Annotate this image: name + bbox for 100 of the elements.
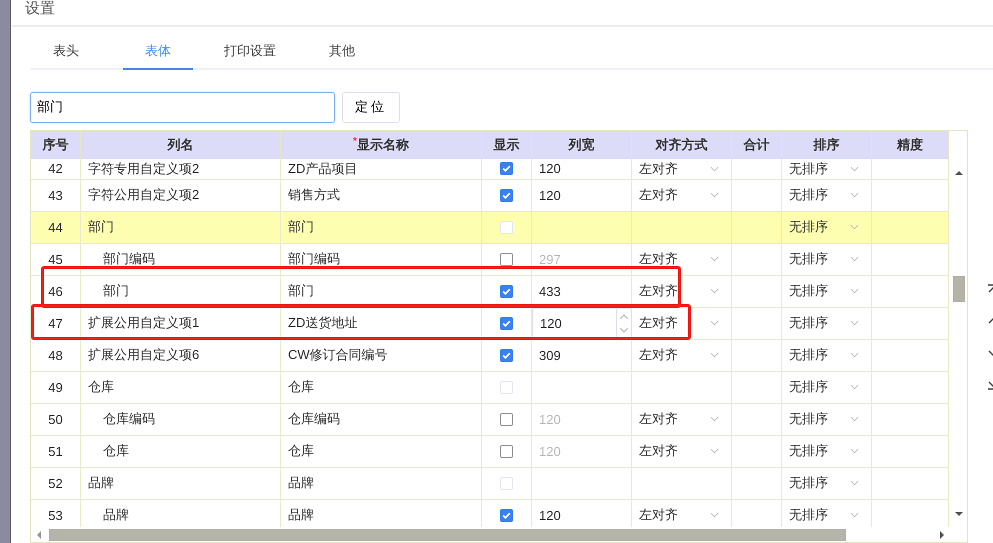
checkbox[interactable]: [500, 444, 513, 458]
dropdown-value[interactable]: 无排序: [789, 346, 828, 364]
chevron-down-icon[interactable]: [850, 416, 859, 422]
chevron-down-icon[interactable]: [850, 166, 859, 172]
checkbox[interactable]: [500, 348, 513, 362]
table-row[interactable]: 50 仓库编码 仓库编码 120 左对齐 无排序: [31, 404, 949, 436]
chevron-down-icon[interactable]: [850, 192, 859, 198]
table-cell: 部门: [288, 282, 314, 300]
chevron-down-icon[interactable]: [850, 448, 859, 454]
dropdown-value[interactable]: 无排序: [789, 378, 828, 396]
dropdown-value[interactable]: 无排序: [789, 506, 828, 524]
table-cell: 120: [540, 316, 562, 331]
search-field[interactable]: 部门: [30, 92, 335, 123]
table-cell: 120: [539, 188, 561, 203]
chevron-down-icon[interactable]: [710, 352, 719, 358]
table-cell: 仓库编码: [288, 410, 340, 428]
dropdown-value[interactable]: 无排序: [789, 282, 828, 300]
dropdown-value[interactable]: 左对齐: [639, 250, 678, 268]
dropdown-value[interactable]: 无排序: [789, 250, 828, 268]
table-row[interactable]: 47 扩展公用自定义项1 ZD送货地址 120 左对齐 无排序: [31, 308, 949, 340]
table-cell: 42: [48, 161, 63, 176]
table-row[interactable]: 46 部门 部门 433 左对齐 无排序: [31, 276, 949, 308]
chevron-down-icon[interactable]: [850, 256, 859, 262]
dropdown-value[interactable]: 无排序: [789, 314, 828, 332]
table-cell: 120: [539, 412, 561, 427]
table-cell: 销售方式: [288, 186, 340, 204]
table-cell: 297: [539, 252, 561, 267]
table-row[interactable]: 42 字符专用自定义项2 ZD产品项目 120 左对齐 无排序: [31, 158, 949, 180]
chevron-down-icon[interactable]: [710, 166, 719, 172]
chevron-down-icon[interactable]: [850, 224, 859, 230]
checkbox[interactable]: [500, 284, 513, 298]
table-cell: 字符专用自定义项2: [88, 160, 200, 178]
dropdown-value[interactable]: 左对齐: [639, 160, 678, 178]
dropdown-value[interactable]: 左对齐: [639, 506, 678, 524]
tab[interactable]: 表头: [31, 40, 101, 70]
table-cell: 字符公用自定义项2: [88, 186, 200, 204]
chevron-down-icon[interactable]: [850, 512, 859, 518]
table-row[interactable]: 48 扩展公用自定义项6 CW修订合同编号 309 左对齐 无排序: [31, 340, 949, 372]
checkbox[interactable]: [500, 316, 513, 330]
table-cell: 品牌: [103, 506, 129, 524]
chevron-down-icon[interactable]: [710, 416, 719, 422]
dropdown-value[interactable]: 左对齐: [639, 282, 678, 300]
table-row[interactable]: 52 品牌 品牌 无排序: [31, 468, 949, 500]
dropdown-value[interactable]: 无排序: [789, 442, 828, 460]
dropdown-value[interactable]: 无排序: [789, 186, 828, 204]
chevron-down-icon[interactable]: [710, 320, 719, 326]
table-cell: 仓库: [103, 442, 129, 460]
table-cell: 43: [48, 188, 63, 203]
tab[interactable]: 其他: [307, 40, 377, 70]
table-cell: 120: [539, 161, 561, 176]
checkbox[interactable]: [500, 188, 513, 202]
spinner-icon[interactable]: [616, 308, 631, 338]
scroll-thumb[interactable]: [49, 528, 846, 540]
dropdown-value[interactable]: 左对齐: [639, 314, 678, 332]
chevron-down-icon[interactable]: [850, 384, 859, 390]
checkbox[interactable]: [500, 508, 513, 522]
table-cell: 仓库: [88, 378, 114, 396]
tab[interactable]: 打印设置: [215, 40, 285, 70]
table-cell: 53: [48, 508, 63, 523]
table-cell: 433: [539, 284, 561, 299]
scroll-thumb[interactable]: [952, 276, 964, 302]
table-cell: 部门编码: [103, 250, 155, 268]
column-header: 显示名称: [356, 136, 409, 154]
dropdown-value[interactable]: 无排序: [789, 218, 828, 236]
dropdown-value[interactable]: 左对齐: [639, 346, 678, 364]
table-cell: 扩展公用自定义项1: [88, 314, 200, 332]
dropdown-value[interactable]: 左对齐: [639, 410, 678, 428]
table-row[interactable]: 44 部门 部门 无排序: [31, 212, 949, 244]
table-cell: 52: [48, 476, 63, 491]
table-cell: 120: [539, 444, 561, 459]
checkbox[interactable]: [500, 252, 513, 266]
chevron-down-icon[interactable]: [710, 192, 719, 198]
chevron-down-icon[interactable]: [710, 512, 719, 518]
table-cell: 部门编码: [288, 250, 340, 268]
checkbox[interactable]: [500, 412, 513, 426]
chevron-down-icon[interactable]: [850, 480, 859, 486]
chevron-down-icon[interactable]: [710, 256, 719, 262]
dropdown-value[interactable]: 无排序: [789, 410, 828, 428]
dropdown-value[interactable]: 无排序: [789, 474, 828, 492]
dropdown-value[interactable]: 无排序: [789, 160, 828, 178]
table-row[interactable]: 51 仓库 仓库 120 左对齐 无排序: [31, 436, 949, 468]
window-title: 设置: [25, 0, 55, 18]
chevron-down-icon[interactable]: [850, 320, 859, 326]
chevron-down-icon[interactable]: [710, 288, 719, 294]
chevron-down-icon[interactable]: [850, 288, 859, 294]
table-row[interactable]: 49 仓库 仓库 无排序: [31, 372, 949, 404]
table-cell: 51: [48, 444, 63, 459]
table-cell: 品牌: [288, 474, 314, 492]
locate-button[interactable]: 定位: [342, 92, 400, 123]
chevron-down-icon[interactable]: [710, 448, 719, 454]
table-cell: ZD送货地址: [288, 314, 358, 332]
table-row[interactable]: 43 字符公用自定义项2 销售方式 120 左对齐 无排序: [31, 180, 949, 212]
chevron-down-icon[interactable]: [850, 352, 859, 358]
table-cell: 120: [539, 508, 561, 523]
dropdown-value[interactable]: 左对齐: [639, 442, 678, 460]
checkbox[interactable]: [500, 162, 513, 176]
dropdown-value[interactable]: 左对齐: [639, 186, 678, 204]
table-cell: 仓库: [288, 378, 314, 396]
table-cell: 45: [48, 252, 63, 267]
table-row[interactable]: 45 部门编码 部门编码 297 左对齐 无排序: [31, 244, 949, 276]
